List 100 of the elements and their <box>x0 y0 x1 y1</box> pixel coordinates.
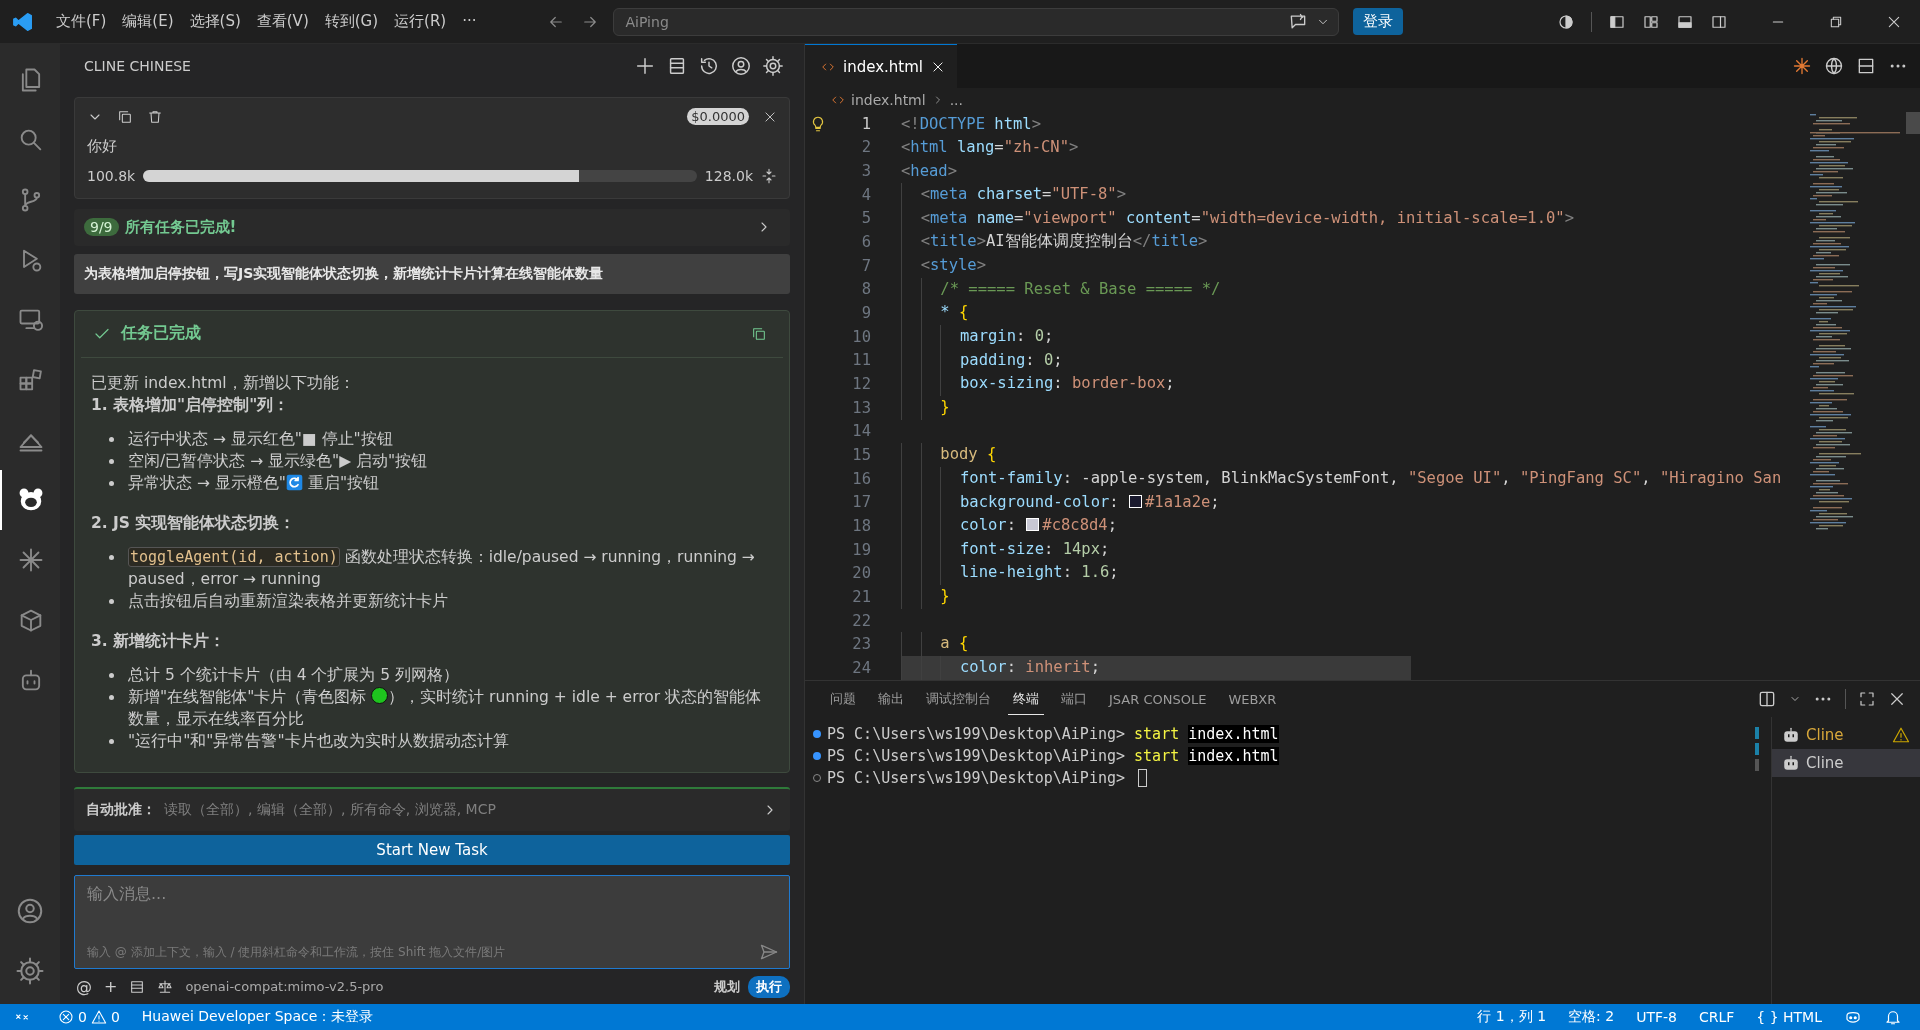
menu-item[interactable]: 选择(S) <box>181 8 249 35</box>
terminal[interactable]: PS C:\Users\ws199\Desktop\AiPing> start index.html PS C:\Users\ws199\Desktop\AiPing> start index.html PS C:\Users\ws199\Desktop\AiPing> <box>805 717 1755 1004</box>
compress-icon[interactable] <box>761 168 777 184</box>
bullet-dot <box>109 738 114 744</box>
start-new-task-button[interactable]: Start New Task <box>74 834 790 865</box>
context-limit: 128.0k <box>704 168 753 184</box>
add-button[interactable]: + <box>104 977 118 997</box>
menu-item[interactable]: 运行(R) <box>386 8 455 35</box>
context-used: 100.8k <box>87 168 136 184</box>
code-line: font-family: -apple-system, BlinkMacSystemFont, "Segoe UI", "PingFang SC", "Hiragino San <box>901 466 1782 491</box>
bell-icon[interactable] <box>1884 1008 1902 1026</box>
auto-approve-bar[interactable]: 自动批准： 读取（全部）, 编辑（全部）, 所有命令, 浏览器, MCP <box>74 786 790 831</box>
split-editor-icon[interactable] <box>1856 56 1876 76</box>
code-line: box-sizing: border-box; <box>901 372 1175 396</box>
bullet-text: 新增"在线智能体"卡片（青色图标 ），实时统计 running + idle + error 状态的智能体数量，显示在线率百分比 <box>128 685 763 730</box>
status-item[interactable]: 空格: 2 <box>1560 1008 1623 1026</box>
message-input[interactable]: 输入消息... <box>87 883 779 943</box>
history-icon[interactable] <box>698 55 720 77</box>
line-number: 2 <box>861 138 871 157</box>
status-item[interactable]: Huawei Developer Space：未登录 <box>133 1008 382 1026</box>
cost-badge: $0.0000 <box>687 108 749 125</box>
asterisk-icon[interactable] <box>1792 56 1812 76</box>
menu-item[interactable]: 转到(G) <box>316 8 387 35</box>
mode-toggle[interactable]: 规划 <box>706 975 748 998</box>
status-item[interactable]: { } HTML <box>1748 1009 1830 1025</box>
bullet-text: 运行中状态 → 显示红色"■ 停止"按钮 <box>128 428 394 450</box>
bullet-dot <box>109 480 114 486</box>
model-selector[interactable]: openai-compat:mimo-v2.5-pro <box>185 979 384 995</box>
menu-item[interactable]: ··· <box>454 8 485 35</box>
half-circle-icon[interactable] <box>1557 12 1575 31</box>
close-icon[interactable] <box>1888 690 1906 708</box>
line-number: 1 <box>861 114 871 133</box>
line-number: 22 <box>852 611 871 630</box>
line-number: 12 <box>852 375 871 394</box>
login-button[interactable]: 登录 <box>1352 8 1403 35</box>
bullet-text: 点击按钮后自动重新渲染表格并更新统计卡片 <box>128 590 449 612</box>
bullet-dot <box>109 554 114 560</box>
menu-item[interactable]: 查看(V) <box>248 8 317 35</box>
line-number: 5 <box>861 209 871 228</box>
panel-tab[interactable]: 调试控制台 <box>921 684 996 714</box>
refresh-icon <box>286 473 303 491</box>
todo-bar[interactable]: 9/9 所有任务已完成! <box>74 209 790 246</box>
line-number: 10 <box>852 327 871 346</box>
command-center-search[interactable]: AiPing <box>612 7 1339 36</box>
code-line: padding: 0; <box>901 348 1063 373</box>
editor-tab[interactable]: index.html <box>805 44 957 88</box>
problems-button[interactable]: 0 0 <box>50 1009 128 1025</box>
section-heading: 2. JS 实现智能体状态切换： <box>91 512 297 534</box>
copy-icon[interactable] <box>117 108 133 125</box>
maximize-icon[interactable] <box>1858 690 1876 708</box>
terminal-tab[interactable]: Cline <box>1772 749 1920 777</box>
code-line: <meta name="viewport" content="width=device-width, initial-scale=1.0"> <box>901 206 1574 231</box>
panel-tab[interactable]: 问题 <box>825 684 861 714</box>
line-number: 15 <box>852 446 871 464</box>
mode-toggle[interactable]: 执行 <box>748 975 790 998</box>
completion-title: 任务已完成 <box>121 323 201 344</box>
code-line: margin: 0; <box>901 324 1054 349</box>
menu-item[interactable]: 编辑(E) <box>114 8 182 35</box>
close-icon[interactable] <box>931 59 945 74</box>
line-number: 24 <box>852 658 871 677</box>
panel-tab[interactable]: WEBXR <box>1223 685 1282 713</box>
panel-tab[interactable]: 端口 <box>1056 684 1092 714</box>
settings-icon[interactable] <box>14 956 45 986</box>
code-line: } <box>901 585 950 609</box>
settings-icon[interactable] <box>762 55 784 77</box>
terminal-tab[interactable]: Cline <box>1772 721 1920 749</box>
breadcrumb-item[interactable]: index.html <box>851 92 926 108</box>
menu-item[interactable]: 文件(F) <box>48 8 115 35</box>
bullet-text: "运行中"和"异常告警"卡片也改为实时从数据动态计算 <box>128 730 510 752</box>
account-icon[interactable] <box>730 55 752 77</box>
panel-tab[interactable]: 终端 <box>1008 683 1044 715</box>
status-item[interactable]: CRLF <box>1690 1009 1743 1025</box>
app-logo-icon <box>12 10 34 33</box>
globe-icon[interactable] <box>1824 56 1844 76</box>
auto-approve-value: 读取（全部）, 编辑（全部）, 所有命令, 浏览器, MCP <box>164 800 496 819</box>
robot-icon <box>1782 726 1800 744</box>
status-item[interactable]: UTF-8 <box>1628 1009 1685 1025</box>
server-icon[interactable] <box>129 978 146 995</box>
panel-tab[interactable]: 输出 <box>873 684 909 714</box>
code-line: font-size: 14px; <box>901 537 1110 562</box>
code-line: * { <box>901 301 969 325</box>
code-line: <title>AI智能体调度控制台</title> <box>901 230 1208 254</box>
line-number: 4 <box>861 185 871 204</box>
bullet-text: 空闲/已暂停状态 → 显示绿色"▶ 启动"按钮 <box>128 450 429 472</box>
scale-icon[interactable] <box>157 978 174 995</box>
copy-icon[interactable] <box>751 325 767 342</box>
bullet-dot <box>109 672 114 678</box>
plus-icon[interactable] <box>634 55 656 77</box>
breadcrumb-item[interactable]: ... <box>949 92 963 108</box>
trash-icon[interactable] <box>147 108 163 125</box>
line-number: 9 <box>861 304 871 323</box>
mention-button[interactable]: @ <box>76 977 92 997</box>
code-line: body { <box>901 443 997 467</box>
close-icon[interactable] <box>763 109 777 124</box>
code-line: /* ===== Reset & Base ===== */ <box>901 277 1221 302</box>
line-number: 21 <box>852 587 871 606</box>
error-icon <box>58 1009 74 1025</box>
status-item[interactable]: 行 1，列 1 <box>1469 1008 1555 1026</box>
split-terminal-icon[interactable] <box>1757 689 1777 709</box>
panel-tab[interactable]: JSAR CONSOLE <box>1104 685 1212 713</box>
